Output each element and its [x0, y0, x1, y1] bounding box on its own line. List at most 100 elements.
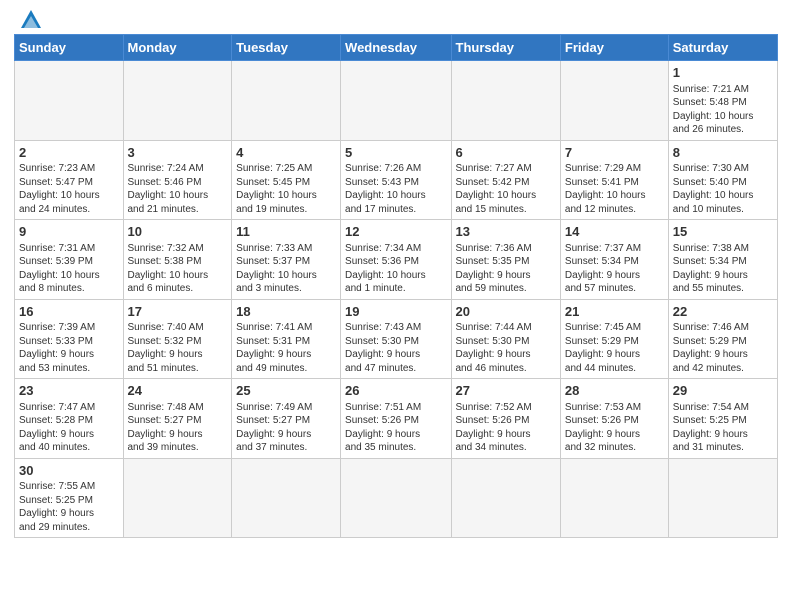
calendar-day-cell: 2Sunrise: 7:23 AM Sunset: 5:47 PM Daylig…: [15, 140, 124, 220]
day-number: 15: [673, 223, 773, 241]
calendar-day-cell: 22Sunrise: 7:46 AM Sunset: 5:29 PM Dayli…: [668, 299, 777, 379]
day-info: Sunrise: 7:54 AM Sunset: 5:25 PM Dayligh…: [673, 401, 773, 455]
calendar-day-cell: 7Sunrise: 7:29 AM Sunset: 5:41 PM Daylig…: [560, 140, 668, 220]
day-number: 3: [128, 144, 228, 162]
weekday-header-thursday: Thursday: [451, 35, 560, 61]
calendar-day-cell: [232, 61, 341, 141]
calendar-day-cell: 13Sunrise: 7:36 AM Sunset: 5:35 PM Dayli…: [451, 220, 560, 300]
day-number: 29: [673, 382, 773, 400]
logo-area: [14, 10, 42, 30]
calendar-day-cell: [123, 61, 232, 141]
day-info: Sunrise: 7:47 AM Sunset: 5:28 PM Dayligh…: [19, 401, 119, 455]
day-number: 9: [19, 223, 119, 241]
day-number: 4: [236, 144, 336, 162]
calendar-day-cell: [668, 458, 777, 538]
day-info: Sunrise: 7:40 AM Sunset: 5:32 PM Dayligh…: [128, 321, 228, 375]
calendar-week-row: 2Sunrise: 7:23 AM Sunset: 5:47 PM Daylig…: [15, 140, 778, 220]
day-info: Sunrise: 7:48 AM Sunset: 5:27 PM Dayligh…: [128, 401, 228, 455]
day-info: Sunrise: 7:53 AM Sunset: 5:26 PM Dayligh…: [565, 401, 664, 455]
day-info: Sunrise: 7:39 AM Sunset: 5:33 PM Dayligh…: [19, 321, 119, 375]
day-info: Sunrise: 7:25 AM Sunset: 5:45 PM Dayligh…: [236, 162, 336, 216]
calendar-day-cell: 30Sunrise: 7:55 AM Sunset: 5:25 PM Dayli…: [15, 458, 124, 538]
day-number: 22: [673, 303, 773, 321]
calendar-day-cell: 19Sunrise: 7:43 AM Sunset: 5:30 PM Dayli…: [341, 299, 451, 379]
day-info: Sunrise: 7:36 AM Sunset: 5:35 PM Dayligh…: [456, 242, 556, 296]
calendar-day-cell: 23Sunrise: 7:47 AM Sunset: 5:28 PM Dayli…: [15, 379, 124, 459]
calendar-week-row: 30Sunrise: 7:55 AM Sunset: 5:25 PM Dayli…: [15, 458, 778, 538]
calendar-day-cell: 12Sunrise: 7:34 AM Sunset: 5:36 PM Dayli…: [341, 220, 451, 300]
weekday-header-saturday: Saturday: [668, 35, 777, 61]
page: SundayMondayTuesdayWednesdayThursdayFrid…: [0, 0, 792, 548]
calendar-day-cell: [341, 458, 451, 538]
day-info: Sunrise: 7:51 AM Sunset: 5:26 PM Dayligh…: [345, 401, 446, 455]
calendar-day-cell: [451, 61, 560, 141]
weekday-header-wednesday: Wednesday: [341, 35, 451, 61]
weekday-header-monday: Monday: [123, 35, 232, 61]
day-info: Sunrise: 7:55 AM Sunset: 5:25 PM Dayligh…: [19, 480, 119, 534]
day-info: Sunrise: 7:34 AM Sunset: 5:36 PM Dayligh…: [345, 242, 446, 296]
day-number: 12: [345, 223, 446, 241]
calendar-day-cell: 15Sunrise: 7:38 AM Sunset: 5:34 PM Dayli…: [668, 220, 777, 300]
day-number: 14: [565, 223, 664, 241]
calendar-day-cell: 10Sunrise: 7:32 AM Sunset: 5:38 PM Dayli…: [123, 220, 232, 300]
calendar-week-row: 23Sunrise: 7:47 AM Sunset: 5:28 PM Dayli…: [15, 379, 778, 459]
calendar-day-cell: 14Sunrise: 7:37 AM Sunset: 5:34 PM Dayli…: [560, 220, 668, 300]
calendar-day-cell: [232, 458, 341, 538]
calendar-day-cell: 5Sunrise: 7:26 AM Sunset: 5:43 PM Daylig…: [341, 140, 451, 220]
weekday-header-tuesday: Tuesday: [232, 35, 341, 61]
day-number: 19: [345, 303, 446, 321]
day-number: 11: [236, 223, 336, 241]
day-number: 6: [456, 144, 556, 162]
day-number: 1: [673, 64, 773, 82]
calendar-day-cell: 18Sunrise: 7:41 AM Sunset: 5:31 PM Dayli…: [232, 299, 341, 379]
calendar-day-cell: 20Sunrise: 7:44 AM Sunset: 5:30 PM Dayli…: [451, 299, 560, 379]
calendar-day-cell: 26Sunrise: 7:51 AM Sunset: 5:26 PM Dayli…: [341, 379, 451, 459]
day-number: 7: [565, 144, 664, 162]
day-number: 5: [345, 144, 446, 162]
calendar-day-cell: 28Sunrise: 7:53 AM Sunset: 5:26 PM Dayli…: [560, 379, 668, 459]
weekday-header-sunday: Sunday: [15, 35, 124, 61]
calendar-day-cell: [560, 61, 668, 141]
header: [14, 10, 778, 30]
day-number: 28: [565, 382, 664, 400]
calendar-day-cell: 21Sunrise: 7:45 AM Sunset: 5:29 PM Dayli…: [560, 299, 668, 379]
calendar-day-cell: 16Sunrise: 7:39 AM Sunset: 5:33 PM Dayli…: [15, 299, 124, 379]
day-info: Sunrise: 7:49 AM Sunset: 5:27 PM Dayligh…: [236, 401, 336, 455]
day-number: 23: [19, 382, 119, 400]
calendar: SundayMondayTuesdayWednesdayThursdayFrid…: [14, 34, 778, 538]
day-info: Sunrise: 7:41 AM Sunset: 5:31 PM Dayligh…: [236, 321, 336, 375]
calendar-day-cell: 25Sunrise: 7:49 AM Sunset: 5:27 PM Dayli…: [232, 379, 341, 459]
day-info: Sunrise: 7:23 AM Sunset: 5:47 PM Dayligh…: [19, 162, 119, 216]
day-number: 21: [565, 303, 664, 321]
calendar-day-cell: [123, 458, 232, 538]
day-info: Sunrise: 7:30 AM Sunset: 5:40 PM Dayligh…: [673, 162, 773, 216]
calendar-day-cell: 9Sunrise: 7:31 AM Sunset: 5:39 PM Daylig…: [15, 220, 124, 300]
day-number: 25: [236, 382, 336, 400]
calendar-day-cell: [15, 61, 124, 141]
calendar-day-cell: [451, 458, 560, 538]
day-number: 16: [19, 303, 119, 321]
day-info: Sunrise: 7:26 AM Sunset: 5:43 PM Dayligh…: [345, 162, 446, 216]
day-number: 17: [128, 303, 228, 321]
day-info: Sunrise: 7:31 AM Sunset: 5:39 PM Dayligh…: [19, 242, 119, 296]
day-info: Sunrise: 7:45 AM Sunset: 5:29 PM Dayligh…: [565, 321, 664, 375]
day-number: 8: [673, 144, 773, 162]
calendar-day-cell: 3Sunrise: 7:24 AM Sunset: 5:46 PM Daylig…: [123, 140, 232, 220]
day-info: Sunrise: 7:21 AM Sunset: 5:48 PM Dayligh…: [673, 83, 773, 137]
day-info: Sunrise: 7:37 AM Sunset: 5:34 PM Dayligh…: [565, 242, 664, 296]
calendar-week-row: 16Sunrise: 7:39 AM Sunset: 5:33 PM Dayli…: [15, 299, 778, 379]
calendar-day-cell: 6Sunrise: 7:27 AM Sunset: 5:42 PM Daylig…: [451, 140, 560, 220]
day-info: Sunrise: 7:38 AM Sunset: 5:34 PM Dayligh…: [673, 242, 773, 296]
day-info: Sunrise: 7:44 AM Sunset: 5:30 PM Dayligh…: [456, 321, 556, 375]
day-info: Sunrise: 7:32 AM Sunset: 5:38 PM Dayligh…: [128, 242, 228, 296]
day-number: 20: [456, 303, 556, 321]
calendar-day-cell: 27Sunrise: 7:52 AM Sunset: 5:26 PM Dayli…: [451, 379, 560, 459]
calendar-week-row: 1Sunrise: 7:21 AM Sunset: 5:48 PM Daylig…: [15, 61, 778, 141]
day-info: Sunrise: 7:29 AM Sunset: 5:41 PM Dayligh…: [565, 162, 664, 216]
day-number: 26: [345, 382, 446, 400]
weekday-header-friday: Friday: [560, 35, 668, 61]
calendar-day-cell: [341, 61, 451, 141]
day-number: 30: [19, 462, 119, 480]
day-info: Sunrise: 7:46 AM Sunset: 5:29 PM Dayligh…: [673, 321, 773, 375]
day-number: 24: [128, 382, 228, 400]
